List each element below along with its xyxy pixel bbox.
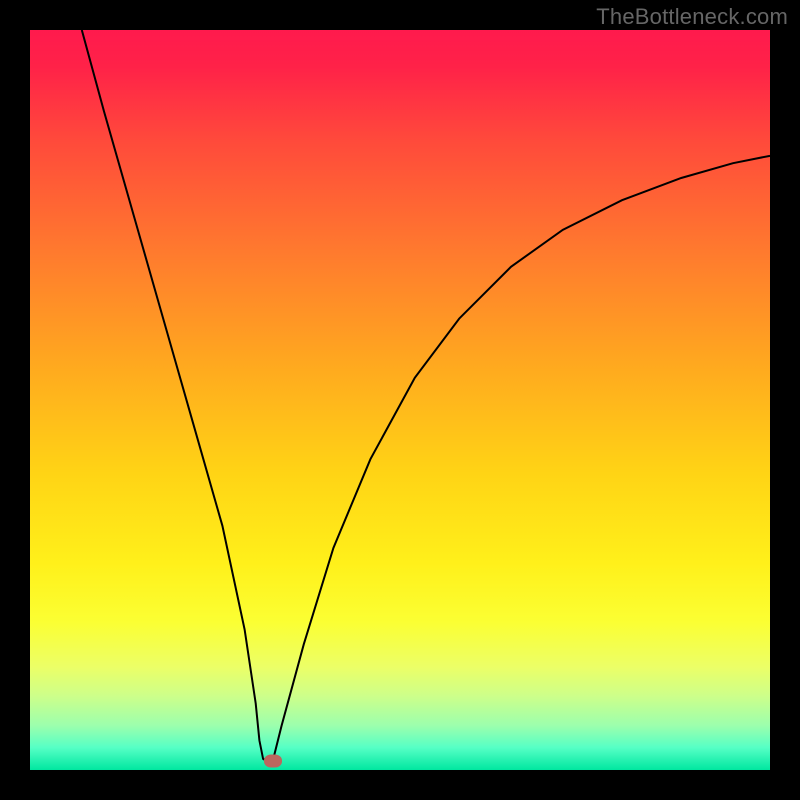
chart-frame: TheBottleneck.com (0, 0, 800, 800)
watermark-text: TheBottleneck.com (596, 4, 788, 30)
curve-path (82, 30, 770, 761)
optimum-marker (264, 755, 282, 768)
plot-area (30, 30, 770, 770)
bottleneck-curve (30, 30, 770, 770)
